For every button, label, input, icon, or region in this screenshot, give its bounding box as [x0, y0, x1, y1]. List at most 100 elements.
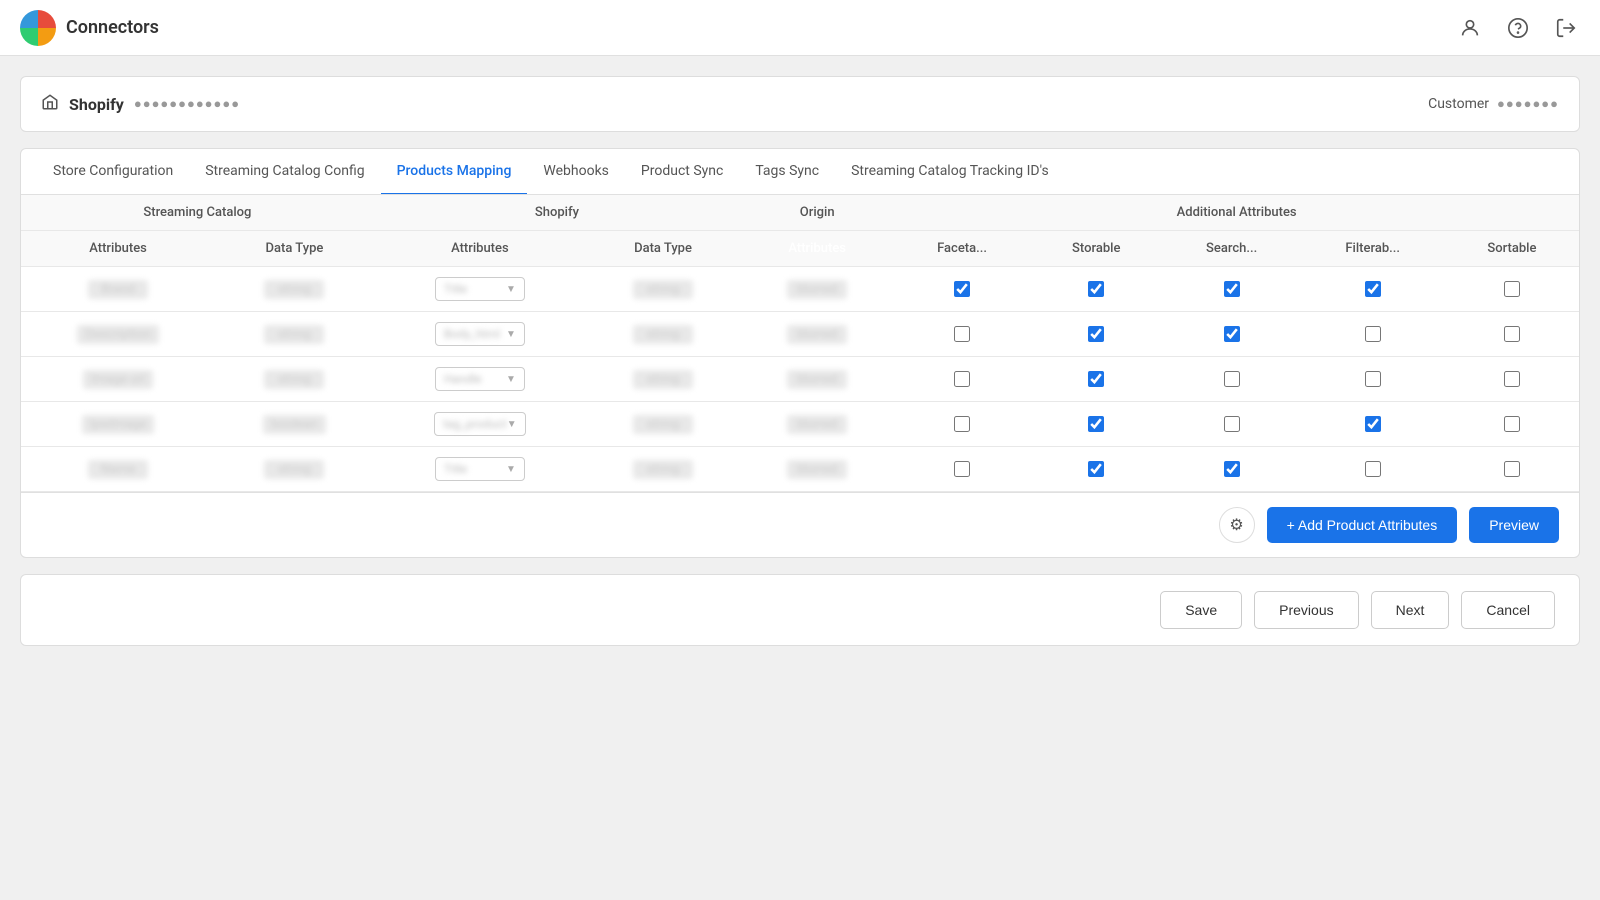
- sortable-cell[interactable]: [1445, 447, 1579, 492]
- sortable-cell[interactable]: [1445, 357, 1579, 402]
- searchable-checkbox[interactable]: [1224, 281, 1240, 297]
- facetable-checkbox[interactable]: [954, 281, 970, 297]
- home-icon: [41, 93, 59, 115]
- filterable-checkbox[interactable]: [1365, 416, 1381, 432]
- sortable-cell[interactable]: [1445, 267, 1579, 312]
- next-button[interactable]: Next: [1371, 591, 1450, 629]
- filterable-checkbox[interactable]: [1365, 461, 1381, 477]
- save-button[interactable]: Save: [1160, 591, 1242, 629]
- facetable-checkbox[interactable]: [954, 326, 970, 342]
- filterable-checkbox[interactable]: [1365, 281, 1381, 297]
- action-bar: ⚙ + Add Product Attributes Preview: [21, 492, 1579, 557]
- col-sh-data-type: Data Type: [586, 231, 740, 267]
- searchable-checkbox[interactable]: [1224, 416, 1240, 432]
- sortable-checkbox[interactable]: [1504, 281, 1520, 297]
- tab-product-sync[interactable]: Product Sync: [625, 149, 739, 195]
- facetable-checkbox[interactable]: [954, 416, 970, 432]
- tabs-nav: Store Configuration Streaming Catalog Co…: [21, 149, 1579, 195]
- logout-icon[interactable]: [1552, 14, 1580, 42]
- searchable-cell[interactable]: [1163, 357, 1301, 402]
- tab-products-mapping[interactable]: Products Mapping: [381, 149, 528, 195]
- sc-attribute-cell: IpwImage: [21, 402, 215, 447]
- searchable-cell[interactable]: [1163, 447, 1301, 492]
- person-icon[interactable]: [1456, 14, 1484, 42]
- filterable-cell[interactable]: [1301, 312, 1445, 357]
- customer-value: ●●●●●●●: [1497, 96, 1559, 112]
- sortable-checkbox[interactable]: [1504, 416, 1520, 432]
- shopify-bar-right: Customer ●●●●●●●: [1428, 96, 1559, 112]
- facetable-cell[interactable]: [894, 402, 1030, 447]
- sortable-cell[interactable]: [1445, 402, 1579, 447]
- col-sortable: Sortable: [1445, 231, 1579, 267]
- shopify-subtitle: ●●●●●●●●●●●●: [134, 96, 240, 112]
- filterable-checkbox[interactable]: [1365, 326, 1381, 342]
- previous-button[interactable]: Previous: [1254, 591, 1358, 629]
- facetable-cell[interactable]: [894, 357, 1030, 402]
- sh-data-type-cell: string: [586, 357, 740, 402]
- facetable-cell[interactable]: [894, 267, 1030, 312]
- sh-attribute-cell[interactable]: Body_html▼: [374, 312, 586, 357]
- filterable-cell[interactable]: [1301, 402, 1445, 447]
- add-product-attributes-button[interactable]: + Add Product Attributes: [1267, 507, 1458, 543]
- facetable-checkbox[interactable]: [954, 371, 970, 387]
- top-header: Connectors: [0, 0, 1600, 56]
- searchable-cell[interactable]: [1163, 402, 1301, 447]
- storable-checkbox[interactable]: [1088, 461, 1104, 477]
- sh-data-type-cell: string: [586, 447, 740, 492]
- header-left: Connectors: [20, 10, 159, 46]
- sh-attribute-cell[interactable]: Title▼: [374, 267, 586, 312]
- shopify-title: Shopify: [69, 95, 124, 114]
- sh-attribute-cell[interactable]: tag_product▼: [374, 402, 586, 447]
- tab-tags-sync[interactable]: Tags Sync: [739, 149, 835, 195]
- searchable-checkbox[interactable]: [1224, 371, 1240, 387]
- storable-cell[interactable]: [1030, 357, 1163, 402]
- tab-webhooks[interactable]: Webhooks: [527, 149, 625, 195]
- col-filterable: Filterab...: [1301, 231, 1445, 267]
- gear-button[interactable]: ⚙: [1219, 507, 1255, 543]
- app-title: Connectors: [66, 17, 159, 38]
- help-icon[interactable]: [1504, 14, 1532, 42]
- searchable-checkbox[interactable]: [1224, 461, 1240, 477]
- sortable-checkbox[interactable]: [1504, 371, 1520, 387]
- storable-cell[interactable]: [1030, 312, 1163, 357]
- facetable-cell[interactable]: [894, 447, 1030, 492]
- storable-checkbox[interactable]: [1088, 416, 1104, 432]
- footer-bar: Save Previous Next Cancel: [20, 574, 1580, 646]
- sh-attribute-cell[interactable]: Title▼: [374, 447, 586, 492]
- tab-streaming-catalog-tracking[interactable]: Streaming Catalog Tracking ID's: [835, 149, 1065, 195]
- storable-cell[interactable]: [1030, 447, 1163, 492]
- sh-attribute-cell[interactable]: Handle▼: [374, 357, 586, 402]
- sortable-cell[interactable]: [1445, 312, 1579, 357]
- table-wrapper[interactable]: Streaming Catalog Shopify Origin Additio…: [21, 195, 1579, 492]
- tab-streaming-catalog-config[interactable]: Streaming Catalog Config: [189, 149, 380, 195]
- storable-checkbox[interactable]: [1088, 281, 1104, 297]
- storable-checkbox[interactable]: [1088, 371, 1104, 387]
- table-row: BrandstringTitle▼stringblurred: [21, 267, 1579, 312]
- table-row: NamestringTitle▼stringblurred: [21, 447, 1579, 492]
- storable-checkbox[interactable]: [1088, 326, 1104, 342]
- col-storable: Storable: [1030, 231, 1163, 267]
- col-origin: Attributes: [740, 231, 894, 267]
- searchable-checkbox[interactable]: [1224, 326, 1240, 342]
- origin-cell: blurred: [740, 357, 894, 402]
- storable-cell[interactable]: [1030, 402, 1163, 447]
- shopify-bar-left: Shopify ●●●●●●●●●●●●: [41, 93, 240, 115]
- filterable-cell[interactable]: [1301, 357, 1445, 402]
- storable-cell[interactable]: [1030, 267, 1163, 312]
- facetable-checkbox[interactable]: [954, 461, 970, 477]
- col-searchable: Search...: [1163, 231, 1301, 267]
- preview-button[interactable]: Preview: [1469, 507, 1559, 543]
- filterable-cell[interactable]: [1301, 267, 1445, 312]
- customer-label: Customer: [1428, 96, 1489, 112]
- facetable-cell[interactable]: [894, 312, 1030, 357]
- sortable-checkbox[interactable]: [1504, 461, 1520, 477]
- sortable-checkbox[interactable]: [1504, 326, 1520, 342]
- searchable-cell[interactable]: [1163, 312, 1301, 357]
- searchable-cell[interactable]: [1163, 267, 1301, 312]
- filterable-checkbox[interactable]: [1365, 371, 1381, 387]
- col-facetable: Faceta...: [894, 231, 1030, 267]
- filterable-cell[interactable]: [1301, 447, 1445, 492]
- gear-icon: ⚙: [1229, 515, 1243, 535]
- cancel-button[interactable]: Cancel: [1461, 591, 1555, 629]
- tab-store-configuration[interactable]: Store Configuration: [37, 149, 189, 195]
